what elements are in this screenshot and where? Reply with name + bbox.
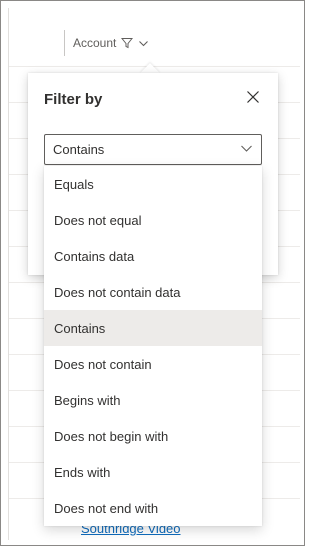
column-header-label: Account <box>73 36 117 50</box>
close-button[interactable] <box>243 89 263 109</box>
option-does-not-begin-with[interactable]: Does not begin with <box>44 418 262 454</box>
option-begins-with[interactable]: Begins with <box>44 382 262 418</box>
column-header-account[interactable]: Account <box>64 30 149 56</box>
option-label: Does not end with <box>54 500 159 516</box>
option-does-not-equal[interactable]: Does not equal <box>44 202 262 238</box>
option-label: Ends with <box>54 464 111 480</box>
chevron-down-icon <box>240 142 253 158</box>
option-does-not-end-with[interactable]: Does not end with <box>44 490 262 526</box>
operator-select[interactable]: Contains <box>44 134 262 165</box>
option-does-not-contain-data[interactable]: Does not contain data <box>44 274 262 310</box>
option-does-not-contain[interactable]: Does not contain <box>44 346 262 382</box>
option-contains[interactable]: Contains <box>44 310 262 346</box>
option-label: Equals <box>54 176 94 192</box>
option-contains-data[interactable]: Contains data <box>44 238 262 274</box>
option-label: Contains data <box>54 248 135 264</box>
operator-dropdown-list: Equals Does not equal Contains data Does… <box>44 166 262 526</box>
panel-title: Filter by <box>44 91 103 108</box>
option-equals[interactable]: Equals <box>44 166 262 202</box>
chevron-down-icon <box>138 38 149 49</box>
option-label: Does not equal <box>54 212 142 228</box>
filter-icon <box>121 37 134 49</box>
option-label: Contains <box>54 320 106 336</box>
close-icon <box>246 90 260 109</box>
option-label: Does not contain <box>54 356 152 372</box>
option-label: Does not begin with <box>54 428 169 444</box>
option-label: Does not contain data <box>54 284 181 300</box>
operator-select-value: Contains <box>53 142 105 157</box>
option-label: Begins with <box>54 392 121 408</box>
option-ends-with[interactable]: Ends with <box>44 454 262 490</box>
